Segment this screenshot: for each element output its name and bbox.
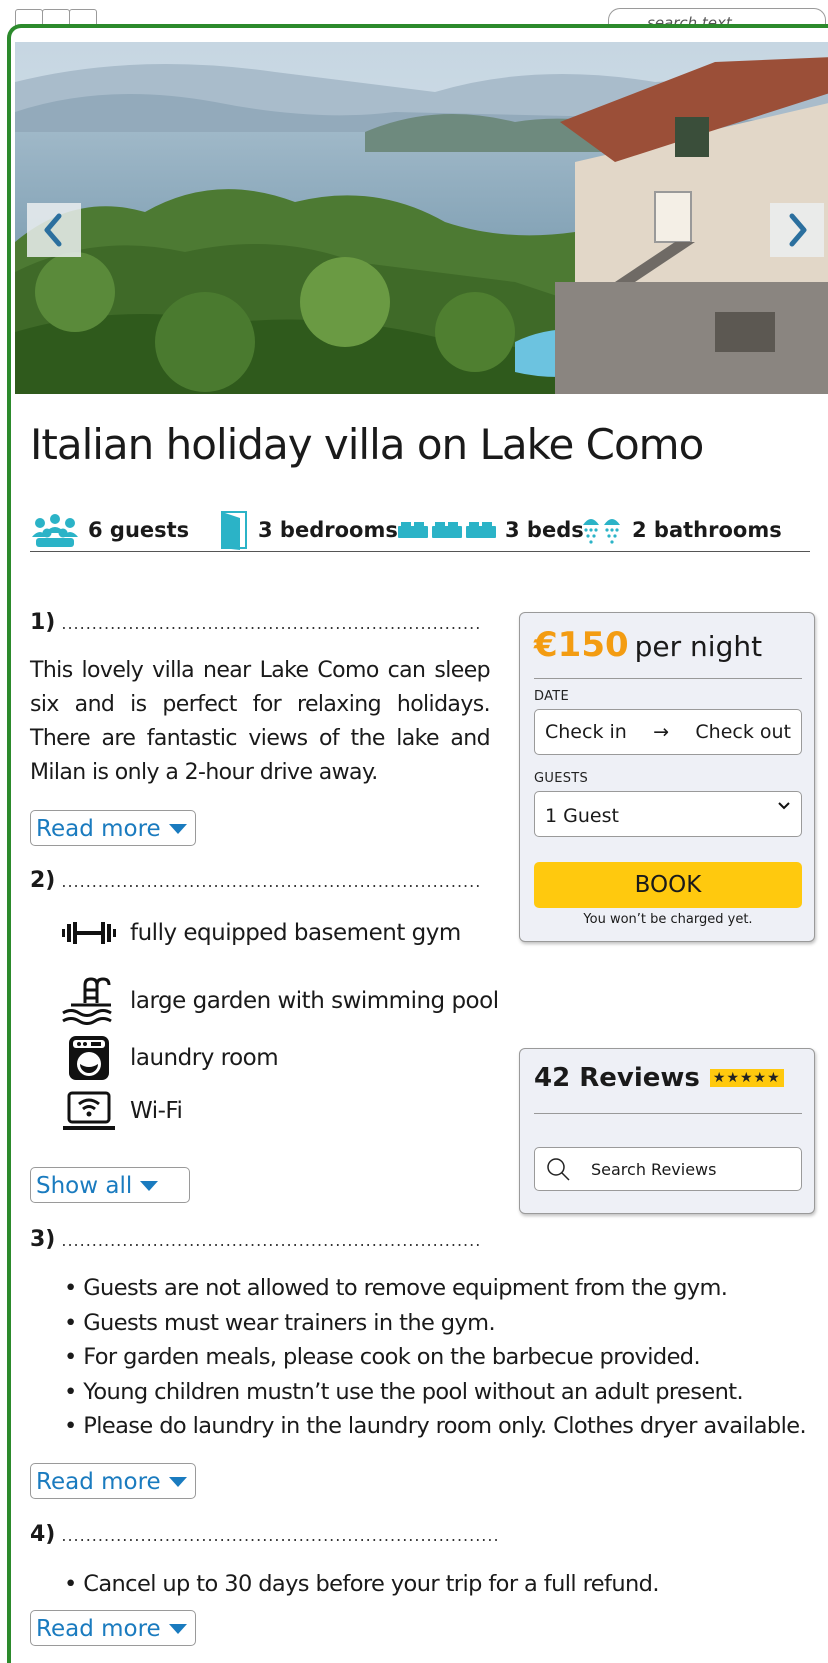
villa-lake-photo (15, 42, 828, 394)
hero-photo-carousel (15, 42, 828, 394)
section-2-heading: 2)......................................… (30, 868, 481, 893)
caret-down-icon (168, 1476, 187, 1487)
answer-blank: ........................................… (61, 872, 482, 891)
divider (534, 678, 802, 679)
charge-note: You won’t be charged yet. (583, 912, 753, 927)
list-item: • Young children mustn’t use the pool wi… (64, 1378, 744, 1405)
list-item: • For garden meals, please cook on the b… (64, 1344, 701, 1370)
section-4-heading: 4)......................................… (30, 1522, 500, 1547)
price: €150 per night (534, 625, 762, 665)
list-item: • Guests must wear trainers in the gym. (64, 1309, 496, 1336)
dumbbell-icon (62, 922, 116, 944)
star-rating: ★★★★★ (709, 1069, 784, 1087)
amenity-pool: large garden with swimming pool (58, 977, 499, 1025)
show-all-label: Show all (36, 1172, 133, 1199)
date-label: DATE (534, 689, 570, 704)
guests-value: 1 Guest (545, 805, 619, 827)
amenity-label: laundry room (130, 1045, 279, 1071)
read-more-button[interactable]: Read more (30, 810, 196, 846)
date-range-picker[interactable]: Check in → Check out (534, 709, 802, 755)
bed-icon (398, 522, 496, 538)
section-number: 2) (30, 868, 56, 893)
section-1-heading: 1)......................................… (30, 610, 481, 635)
feature-guests: 6 guests (30, 512, 189, 548)
caret-down-icon (140, 1180, 159, 1191)
reviews-heading: 42 Reviews ★★★★★ (534, 1063, 784, 1093)
section-3-heading: 3)......................................… (30, 1227, 481, 1252)
answer-blank: ........................................… (61, 614, 482, 633)
amenity-gym: fully equipped basement gym (58, 920, 461, 946)
check-out-field[interactable]: Check out (695, 721, 791, 743)
feature-label: 2 bathrooms (632, 518, 782, 542)
section-number: 3) (30, 1227, 56, 1252)
search-icon (547, 1158, 570, 1181)
show-all-button[interactable]: Show all (30, 1167, 190, 1203)
feature-beds: 3 beds (397, 512, 584, 548)
feature-label: 3 bedrooms (258, 518, 398, 542)
book-button[interactable]: BOOK (534, 862, 802, 908)
feature-label: 6 guests (88, 518, 190, 542)
reviews-count: 42 Reviews (534, 1063, 700, 1093)
carousel-next-button[interactable] (770, 203, 824, 257)
list-item: • Cancel up to 30 days before your trip … (64, 1571, 659, 1597)
guests-select[interactable]: 1 Guest (534, 791, 802, 837)
booking-card: €150 per night DATE Check in → Check out … (519, 612, 815, 942)
door-icon (221, 511, 247, 550)
amenity-wifi: Wi-Fi (58, 1090, 183, 1132)
feature-bedrooms: 3 bedrooms (218, 511, 398, 550)
caret-down-icon (168, 1623, 187, 1634)
price-amount: €150 (534, 625, 629, 665)
answer-blank: ........................................… (61, 1526, 500, 1545)
house-rules-list: • Guests are not allowed to remove equip… (64, 1271, 807, 1444)
cancellation-list: • Cancel up to 30 days before your trip … (64, 1567, 659, 1602)
read-more-label: Read more (36, 815, 161, 842)
chevron-right-icon (789, 213, 807, 247)
chevron-down-icon (778, 802, 790, 810)
arrow-right-icon: → (653, 721, 670, 743)
list-item: • Please do laundry in the laundry room … (64, 1413, 807, 1439)
chevron-left-icon (44, 213, 62, 247)
section-number: 1) (30, 610, 56, 635)
guests-icon (32, 514, 78, 547)
caret-down-icon (168, 823, 187, 834)
reviews-card: 42 Reviews ★★★★★ Search Reviews (519, 1048, 815, 1214)
pool-icon (62, 977, 112, 1025)
price-unit: per night (634, 630, 763, 663)
answer-blank: ........................................… (61, 1231, 482, 1250)
feature-bathrooms: 2 bathrooms (580, 512, 782, 548)
guests-label: GUESTS (534, 771, 589, 786)
washing-machine-icon (69, 1036, 109, 1080)
amenity-label: large garden with swimming pool (130, 988, 499, 1014)
read-more-button[interactable]: Read more (30, 1610, 196, 1646)
list-item: • Guests are not allowed to remove equip… (64, 1275, 728, 1301)
listing-description: This lovely villa near Lake Como can sle… (30, 658, 491, 785)
search-reviews-label: Search Reviews (591, 1159, 717, 1179)
divider (534, 1113, 802, 1114)
search-reviews-input[interactable]: Search Reviews (534, 1147, 802, 1191)
wifi-icon (63, 1091, 115, 1130)
amenity-label: fully equipped basement gym (130, 920, 461, 946)
carousel-prev-button[interactable] (27, 203, 81, 257)
listing-title: Italian holiday villa on Lake Como (30, 420, 704, 469)
check-in-field[interactable]: Check in (545, 721, 627, 743)
section-number: 4) (30, 1522, 56, 1547)
shower-icon (583, 519, 620, 544)
read-more-button[interactable]: Read more (30, 1463, 196, 1499)
amenity-label: Wi-Fi (130, 1098, 183, 1124)
read-more-label: Read more (36, 1468, 161, 1495)
read-more-label: Read more (36, 1615, 161, 1642)
feature-label: 3 beds (505, 518, 584, 542)
features-bar: 6 guests 3 bedrooms 3 beds 2 bathrooms (30, 511, 810, 552)
amenity-laundry: laundry room (58, 1034, 279, 1082)
